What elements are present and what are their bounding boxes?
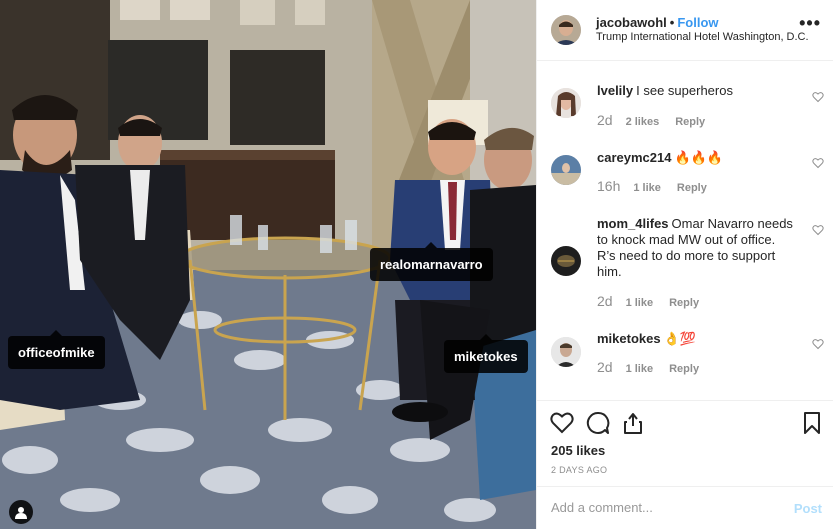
- comment-time[interactable]: 2d: [597, 359, 613, 375]
- reply-button[interactable]: Reply: [669, 297, 699, 309]
- comment-username[interactable]: miketokes: [597, 331, 661, 346]
- comment-likes[interactable]: 2 likes: [626, 116, 660, 128]
- post-sidebar: jacobawohl • Follow Trump International Ho…: [536, 0, 833, 529]
- comment-time[interactable]: 16h: [597, 178, 620, 194]
- reply-button[interactable]: Reply: [677, 182, 707, 194]
- comment-likes[interactable]: 1 like: [633, 182, 661, 194]
- comment-heart-icon[interactable]: [812, 224, 824, 236]
- post-date[interactable]: 2 DAYS AGO: [551, 465, 607, 475]
- post-header: jacobawohl • Follow Trump International Ho…: [537, 0, 833, 61]
- more-icon[interactable]: •••: [799, 14, 821, 32]
- comment-body: 🔥🔥🔥: [674, 150, 724, 165]
- add-comment-bar: Post: [537, 486, 833, 529]
- comment-list[interactable]: lvelily I see superheros 2d 2 likes Reply c…: [537, 62, 833, 400]
- comment-meta: 16h 1 like Reply: [597, 178, 723, 194]
- comment-text: miketokes 👌💯: [597, 331, 797, 347]
- comment-time[interactable]: 2d: [597, 112, 613, 128]
- user-tag-icon[interactable]: [9, 500, 33, 524]
- comment-likes[interactable]: 1 like: [626, 297, 654, 309]
- comment-time[interactable]: 2d: [597, 293, 613, 309]
- reply-button[interactable]: Reply: [669, 363, 699, 375]
- comment-meta: 2d 1 like Reply: [597, 293, 715, 309]
- comment-text: lvelily I see superheros: [597, 83, 797, 99]
- comment-input[interactable]: [551, 500, 781, 515]
- comment-text: careymc214 🔥🔥🔥: [597, 150, 797, 166]
- commenter-avatar[interactable]: [551, 246, 581, 276]
- comment-username[interactable]: careymc214: [597, 150, 671, 165]
- photo-tag-miketokes[interactable]: miketokes: [444, 334, 528, 373]
- comment-body: 👌💯: [663, 331, 696, 346]
- share-icon[interactable]: [621, 411, 645, 435]
- comment-username[interactable]: mom_4lifes: [597, 216, 669, 231]
- comment-likes[interactable]: 1 like: [626, 363, 654, 375]
- comment-meta: 2d 1 like Reply: [597, 359, 715, 375]
- comment-text: mom_4lifes Omar Navarro needs to knock ma…: [597, 216, 797, 280]
- commenter-avatar[interactable]: [551, 88, 581, 118]
- comment-body: I see superheros: [636, 83, 733, 98]
- heart-icon[interactable]: [550, 411, 574, 435]
- commenter-avatar[interactable]: [551, 337, 581, 367]
- comment-heart-icon[interactable]: [812, 157, 824, 169]
- post-photo[interactable]: officeofmike realomarnavarro miketokes: [0, 0, 536, 529]
- post-comment-button[interactable]: Post: [794, 501, 822, 516]
- comment-heart-icon[interactable]: [812, 91, 824, 103]
- bookmark-icon[interactable]: [800, 411, 824, 435]
- comment-meta: 2d 2 likes Reply: [597, 112, 721, 128]
- photo-tag-realomarnavarro[interactable]: realomarnavarro: [370, 242, 493, 281]
- author-avatar[interactable]: [551, 15, 581, 45]
- follow-button[interactable]: Follow: [677, 15, 718, 30]
- comment-heart-icon[interactable]: [812, 338, 824, 350]
- author-username[interactable]: jacobawohl: [596, 15, 667, 30]
- post-location[interactable]: Trump International Hotel Washington, D.…: [596, 31, 809, 43]
- commenter-avatar[interactable]: [551, 155, 581, 185]
- reply-button[interactable]: Reply: [675, 116, 705, 128]
- likes-count[interactable]: 205 likes: [551, 443, 605, 458]
- separator-dot: •: [669, 15, 675, 30]
- comment-icon[interactable]: [586, 411, 610, 435]
- author-line: jacobawohl • Follow: [596, 15, 719, 30]
- post-actions: 205 likes 2 DAYS AGO: [537, 400, 833, 486]
- photo-tag-officeofmike[interactable]: officeofmike: [8, 330, 105, 369]
- comment-username[interactable]: lvelily: [597, 83, 633, 98]
